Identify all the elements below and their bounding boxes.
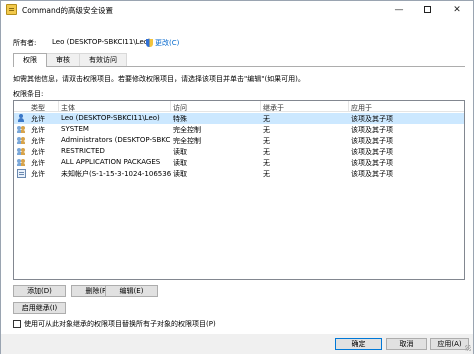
type-cell: 允许 — [31, 126, 45, 134]
principal-cell: SYSTEM — [61, 125, 89, 133]
applies-to-cell: 该项及其子项 — [351, 148, 393, 156]
type-cell: 允许 — [31, 159, 45, 167]
table-row[interactable]: 允许 Leo (DESKTOP-SBKCI11\Leo) 特殊 无 该项及其子项 — [14, 113, 464, 124]
ok-button[interactable]: 确定 — [335, 338, 382, 350]
column-header-applies-to[interactable]: 应用于 — [351, 103, 372, 113]
tab-effective-access[interactable]: 有效访问 — [79, 53, 127, 66]
access-cell: 完全控制 — [173, 137, 201, 145]
owner-label: 所有者: — [13, 39, 37, 47]
column-divider[interactable] — [348, 101, 349, 112]
tab-panel-border — [13, 66, 465, 67]
column-divider[interactable] — [170, 101, 171, 112]
access-cell: 读取 — [173, 170, 187, 178]
replace-child-permissions-label: 使用可从此对象继承的权限项目替换所有子对象的权限项目(P) — [24, 320, 216, 328]
cancel-button[interactable]: 取消 — [386, 338, 427, 350]
apply-button[interactable]: 应用(A) — [430, 338, 469, 350]
principal-cell: Administrators (DESKTOP-SBKCI11\... — [61, 136, 171, 144]
instructions-text: 如需其他信息，请双击权限项目。若要修改权限项目，请选择该项目并单击"编辑"(如果… — [13, 75, 305, 83]
principal-cell: RESTRICTED — [61, 147, 105, 155]
add-button[interactable]: 添加(D) — [13, 285, 66, 297]
access-cell: 完全控制 — [173, 126, 201, 134]
close-button[interactable]: ✕ — [443, 1, 471, 19]
table-row[interactable]: 允许 Administrators (DESKTOP-SBKCI11\... 完… — [14, 135, 464, 146]
owner-value: Leo (DESKTOP-SBKCI11\Leo) — [52, 38, 151, 46]
inherited-from-cell: 无 — [263, 148, 270, 156]
table-header: 类型 主体 访问 继承于 应用于 — [14, 101, 464, 112]
type-cell: 允许 — [31, 148, 45, 156]
group-icon — [17, 125, 26, 134]
group-icon — [17, 147, 26, 156]
inherited-from-cell: 无 — [263, 170, 270, 178]
applies-to-cell: 该项及其子项 — [351, 159, 393, 167]
access-cell: 读取 — [173, 148, 187, 156]
applies-to-cell: 该项及其子项 — [351, 170, 393, 178]
inherited-from-cell: 无 — [263, 137, 270, 145]
tab-permissions[interactable]: 权限 — [13, 53, 47, 67]
type-cell: 允许 — [31, 170, 45, 178]
edit-button[interactable]: 编辑(E) — [105, 285, 158, 297]
applies-to-cell: 该项及其子项 — [351, 126, 393, 134]
inherited-from-cell: 无 — [263, 159, 270, 167]
principal-cell: 未知帐户(S-1-15-3-1024-1065365... — [61, 170, 171, 178]
table-row[interactable]: 允许 ALL APPLICATION PACKAGES 读取 无 该项及其子项 — [14, 157, 464, 168]
tab-auditing[interactable]: 审核 — [46, 53, 80, 66]
column-header-principal[interactable]: 主体 — [61, 103, 75, 113]
change-owner-label: 更改(C) — [155, 39, 180, 47]
applies-to-cell: 该项及其子项 — [351, 115, 393, 123]
advanced-security-settings-window: Command的高级安全设置 — ✕ 所有者: Leo (DESKTOP-SBK… — [0, 0, 474, 354]
column-header-type[interactable]: 类型 — [31, 103, 45, 113]
principal-cell: Leo (DESKTOP-SBKCI11\Leo) — [61, 114, 160, 122]
change-owner-link[interactable]: 更改(C) — [146, 38, 179, 48]
table-row[interactable]: 允许 SYSTEM 完全控制 无 该项及其子项 — [14, 124, 464, 135]
folder-icon — [6, 4, 17, 15]
column-divider[interactable] — [58, 101, 59, 112]
replace-child-permissions-checkbox[interactable] — [13, 320, 21, 328]
user-icon — [17, 114, 26, 123]
group-icon — [17, 136, 26, 145]
table-row[interactable]: 允许 RESTRICTED 读取 无 该项及其子项 — [14, 146, 464, 157]
tab-strip: 权限 审核 有效访问 — [13, 53, 127, 67]
unknown-account-icon — [17, 169, 26, 178]
maximize-icon — [423, 6, 431, 13]
title-bar[interactable]: Command的高级安全设置 — ✕ — [1, 1, 473, 19]
minimize-button[interactable]: — — [385, 1, 413, 19]
window-title: Command的高级安全设置 — [22, 6, 114, 15]
applies-to-cell: 该项及其子项 — [351, 137, 393, 145]
group-icon — [17, 158, 26, 167]
column-header-inherited-from[interactable]: 继承于 — [263, 103, 284, 113]
resize-grip[interactable] — [465, 345, 471, 351]
type-cell: 允许 — [31, 115, 45, 123]
principal-cell: ALL APPLICATION PACKAGES — [61, 158, 161, 166]
access-cell: 特殊 — [173, 115, 187, 123]
inherited-from-cell: 无 — [263, 115, 270, 123]
maximize-button[interactable] — [413, 1, 441, 19]
column-header-access[interactable]: 访问 — [173, 103, 187, 113]
type-cell: 允许 — [31, 137, 45, 145]
column-divider[interactable] — [260, 101, 261, 112]
uac-shield-icon — [146, 39, 153, 47]
replace-child-permissions-option[interactable]: 使用可从此对象继承的权限项目替换所有子对象的权限项目(P) — [13, 319, 216, 329]
table-row[interactable]: 允许 未知帐户(S-1-15-3-1024-1065365... 读取 无 该项… — [14, 168, 464, 179]
enable-inheritance-button[interactable]: 启用继承(I) — [13, 302, 66, 314]
permission-entries-table[interactable]: 类型 主体 访问 继承于 应用于 允许 Leo (DESKTOP-SBKCI11… — [13, 100, 465, 280]
inherited-from-cell: 无 — [263, 126, 270, 134]
permission-entries-label: 权限条目: — [13, 90, 44, 98]
access-cell: 读取 — [173, 159, 187, 167]
